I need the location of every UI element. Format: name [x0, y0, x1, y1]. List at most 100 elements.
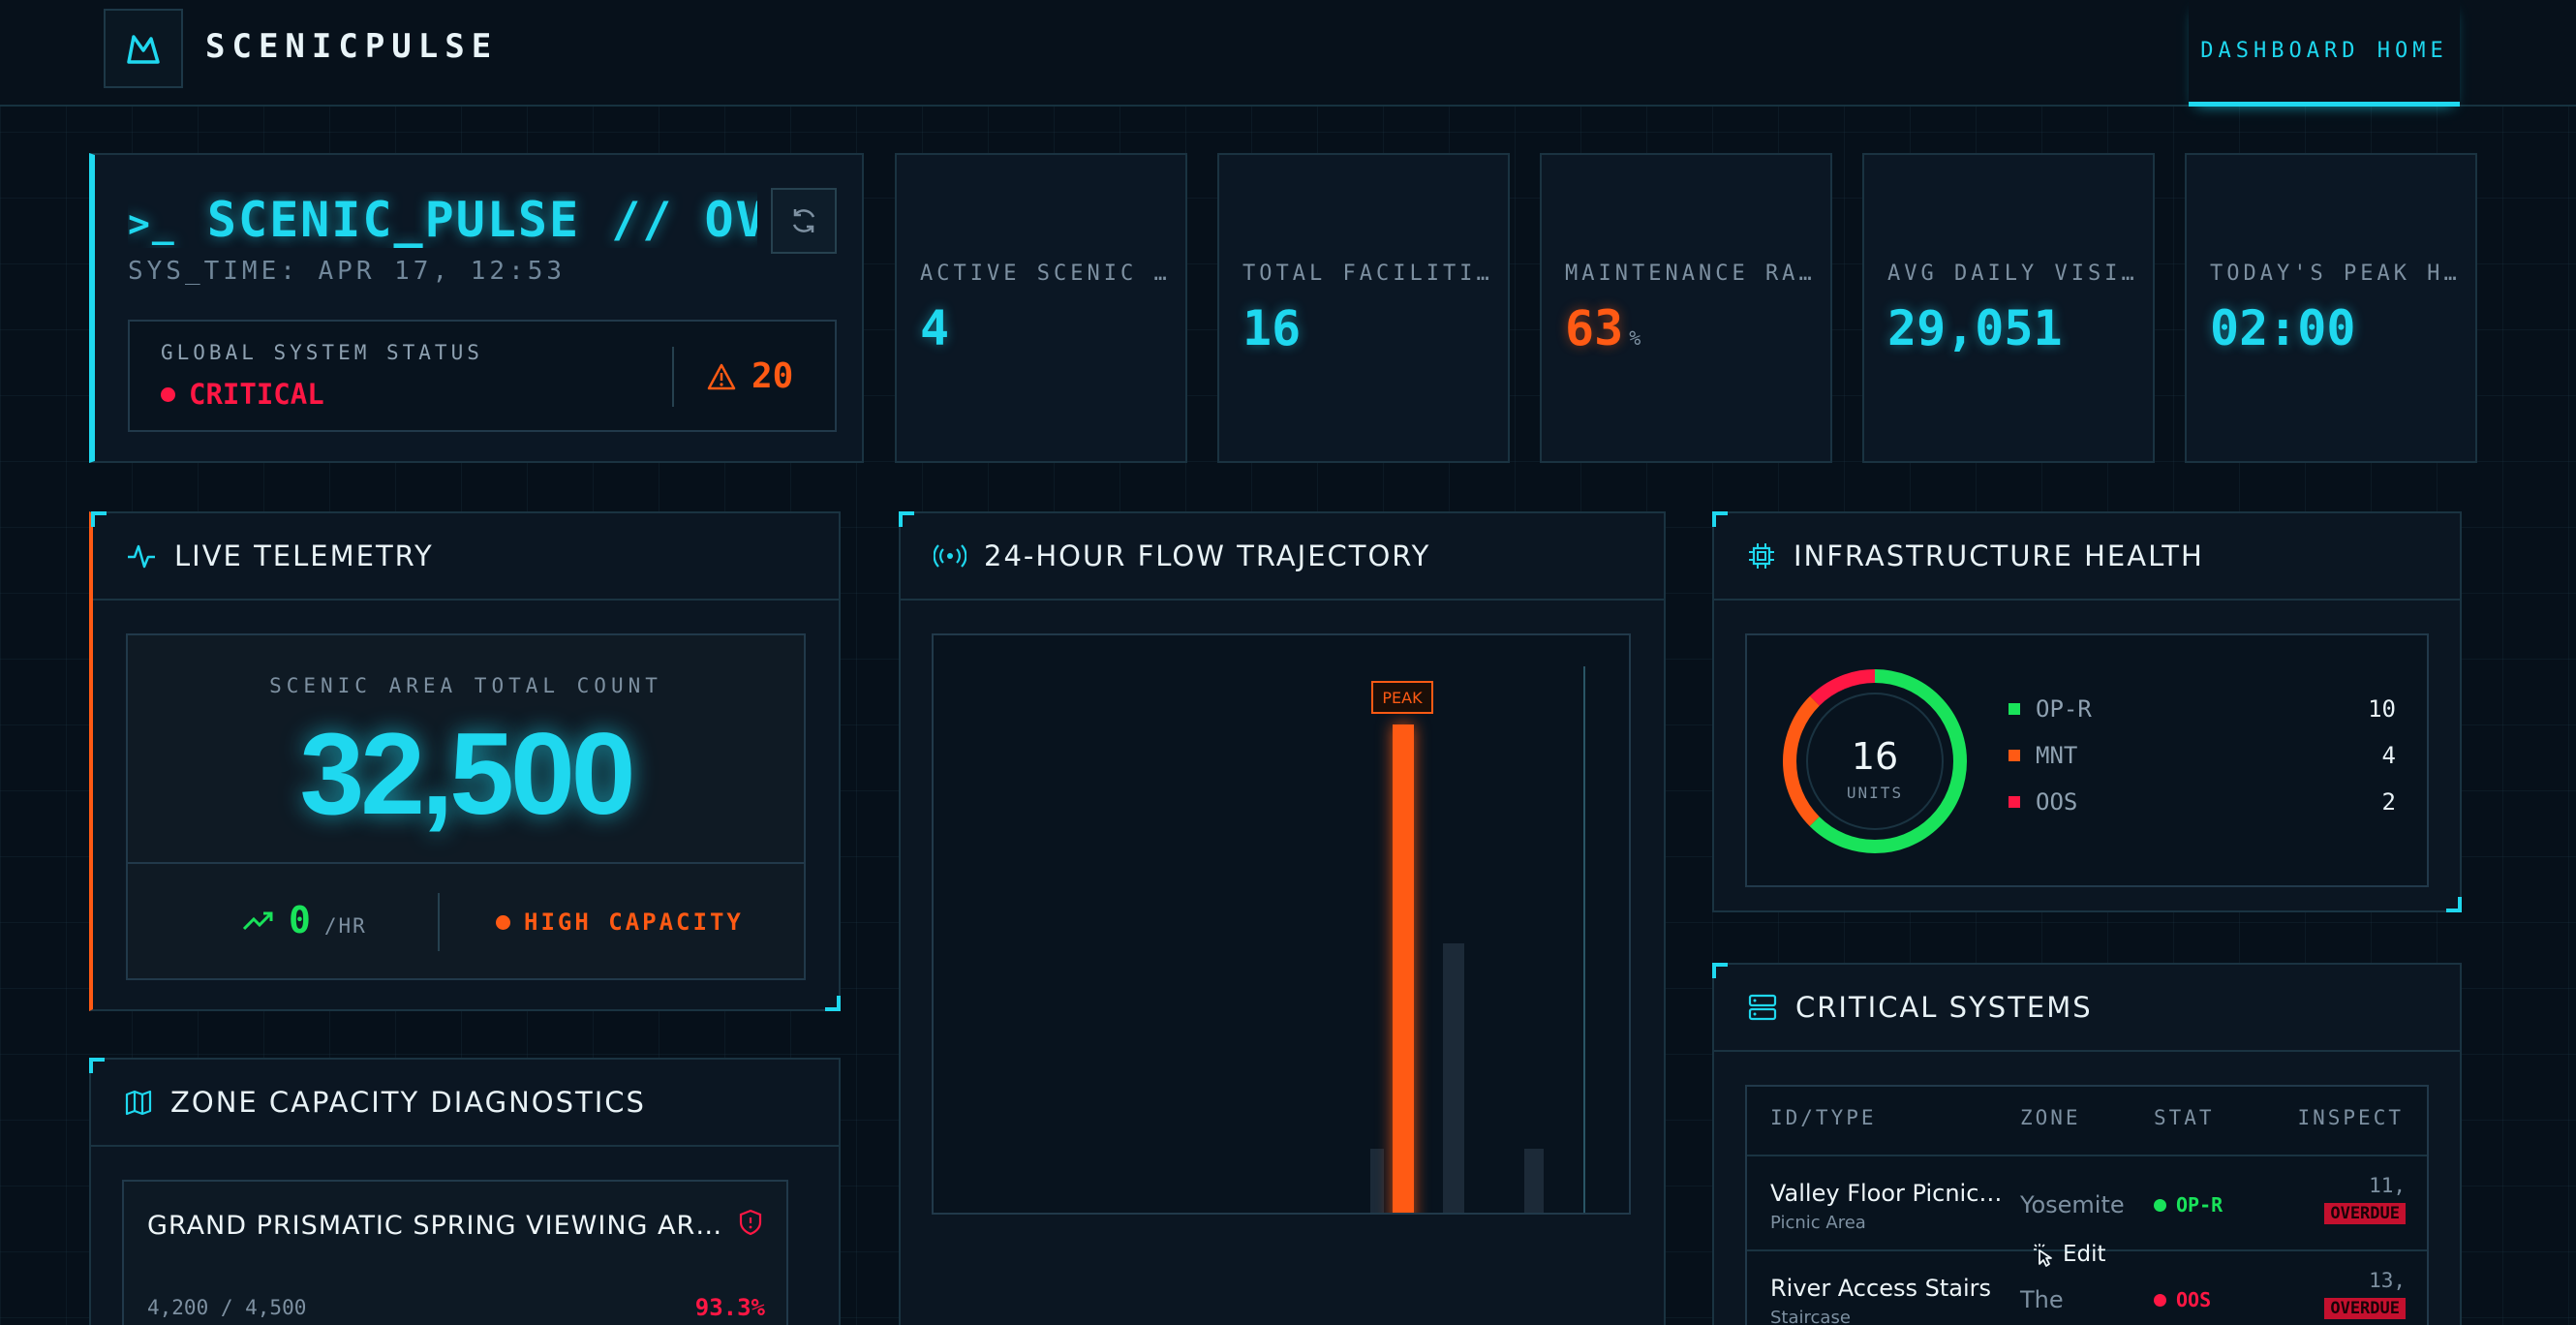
alert-count[interactable]: 20 [707, 356, 793, 396]
capacity-status: HIGH CAPACITY [496, 909, 744, 936]
system-zone: The [2020, 1286, 2064, 1313]
flow-bar [1524, 1149, 1544, 1213]
kpi-avg-daily-visitors: AVG DAILY VISITORS 29,051 [1862, 153, 2155, 463]
status-label: GLOBAL SYSTEM STATUS [161, 341, 483, 364]
kpi-todays-peak-hr: TODAY'S PEAK HR 02:00 [2185, 153, 2477, 463]
flow-bar [1370, 1149, 1384, 1213]
live-telemetry-panel: LIVE TELEMETRY SCENIC AREA TOTAL COUNT 3… [89, 511, 841, 1011]
panel-title: ZONE CAPACITY DIAGNOSTICS [170, 1086, 646, 1119]
zone-name: GRAND PRISMATIC SPRING VIEWING AREA [147, 1211, 728, 1241]
server-icon [1748, 994, 1777, 1021]
system-time: SYS_TIME: APR 17, 12:53 [128, 257, 567, 286]
kpi-label: MAINTENANCE RATE [1565, 262, 1813, 286]
panel-title: INFRASTRUCTURE HEALTH [1794, 539, 2204, 572]
panel-title: 24-HOUR FLOW TRAJECTORY [984, 539, 1431, 572]
broadcast-icon [934, 544, 966, 568]
kpi-maintenance-rate: MAINTENANCE RATE 63% [1540, 153, 1832, 463]
refresh-button[interactable] [771, 188, 837, 254]
overdue-badge: OVERDUE [2324, 1298, 2406, 1319]
peak-label: PEAK [1382, 689, 1423, 707]
kpi-value: 16 [1242, 300, 1302, 356]
inspection-date: 11, OVERDUE [2324, 1174, 2406, 1224]
health-donut: 16 UNITS [1783, 669, 1967, 853]
peak-bar[interactable] [1393, 724, 1414, 1215]
flow-trajectory-panel: 24-HOUR FLOW TRAJECTORY PEAK [899, 511, 1666, 1325]
legend-item-opr: OP-R 10 [2009, 690, 2396, 728]
status-value: CRITICAL [161, 378, 324, 411]
systems-table: ID/TYPE ZONE STAT INSPECT Valley Floor P… [1745, 1085, 2429, 1325]
pointer-click-icon [2034, 1244, 2052, 1267]
panel-header: LIVE TELEMETRY [93, 513, 839, 601]
inspection-date: 13, OVERDUE [2324, 1269, 2406, 1319]
kpi-value: 02:00 [2210, 300, 2356, 356]
infrastructure-chart: 16 UNITS OP-R 10 MNT 4 OOS 2 [1745, 633, 2429, 887]
status-dot [2154, 1198, 2166, 1212]
panel-title: LIVE TELEMETRY [174, 539, 434, 572]
status-dot [2154, 1293, 2166, 1307]
system-zone: Yosemite [2020, 1191, 2125, 1218]
system-name: River Access Stairs [1770, 1275, 1991, 1302]
column-header[interactable]: INSPECT [2297, 1106, 2404, 1129]
total-count: 32,500 [299, 709, 635, 839]
kpi-label: AVG DAILY VISITORS [1887, 262, 2135, 286]
brand-name: SCENICPULSE [205, 27, 499, 66]
kpi-label: ACTIVE SCENIC AREAS [920, 262, 1168, 286]
kpi-label: TODAY'S PEAK HR [2210, 262, 2458, 286]
flow-chart-svg: PEAK [1370, 666, 1585, 1215]
system-name: Valley Floor Picnic Area [1770, 1180, 2003, 1207]
divider [438, 893, 440, 951]
legend-swatch [2009, 750, 2020, 761]
telemetry-footer: 0 /HR HIGH CAPACITY [128, 862, 804, 980]
infrastructure-health-panel: INFRASTRUCTURE HEALTH 16 UNITS OP-R 10 M… [1712, 511, 2462, 912]
legend-item-oos: OOS 2 [2009, 783, 2396, 821]
zone-percent: 93.3% [694, 1294, 765, 1321]
column-header[interactable]: ID/TYPE [1770, 1106, 1877, 1129]
mountain-icon [127, 35, 160, 64]
legend-item-mnt: MNT 4 [2009, 736, 2396, 775]
activity-icon [128, 544, 155, 569]
kpi-value: 29,051 [1887, 300, 2063, 356]
logo[interactable] [104, 9, 183, 88]
donut-total: 16 [1852, 735, 1898, 778]
column-header[interactable]: STAT [2154, 1106, 2215, 1129]
panel-header: ZONE CAPACITY DIAGNOSTICS [91, 1060, 839, 1147]
system-type: Picnic Area [1770, 1213, 1866, 1233]
zone-occupancy: 4,200 / 4,500 [147, 1296, 307, 1319]
trending-up-icon [242, 911, 273, 931]
critical-systems-panel: CRITICAL SYSTEMS ID/TYPE ZONE STAT INSPE… [1712, 963, 2462, 1325]
column-header[interactable]: ZONE [2020, 1106, 2081, 1129]
system-status: OOS [2154, 1288, 2211, 1311]
system-status: OP-R [2154, 1193, 2223, 1217]
system-type: Staircase [1770, 1308, 1851, 1325]
panel-header: 24-HOUR FLOW TRAJECTORY [901, 513, 1664, 601]
edit-action[interactable]: Edit [2030, 1242, 2106, 1267]
refresh-icon [792, 209, 815, 232]
kpi-total-facilities: TOTAL FACILITIES 16 [1217, 153, 1510, 463]
zone-card[interactable]: GRAND PRISMATIC SPRING VIEWING AREA 4,20… [122, 1180, 788, 1325]
flow-bar [1443, 943, 1464, 1213]
top-bar: SCENICPULSE DASHBOARD HOME [0, 0, 2576, 107]
table-row[interactable]: Valley Floor Picnic Area Picnic Area Yos… [1747, 1156, 2427, 1251]
shield-alert-icon [739, 1209, 762, 1236]
panel-header: INFRASTRUCTURE HEALTH [1714, 513, 2460, 601]
kpi-active-scenic-areas: ACTIVE SCENIC AREAS 4 [895, 153, 1187, 463]
kpi-label: TOTAL FACILITIES [1242, 262, 1490, 286]
capacity-dot [496, 914, 510, 930]
terminal-prompt-icon: >_ [128, 202, 176, 245]
overdue-badge: OVERDUE [2324, 1203, 2406, 1224]
cpu-chip-icon [1749, 543, 1774, 569]
donut-total-label: UNITS [1847, 784, 1903, 802]
nav-dashboard-home[interactable]: DASHBOARD HOME [2189, 0, 2460, 107]
map-icon [125, 1090, 152, 1116]
legend-swatch [2009, 796, 2020, 808]
count-label: SCENIC AREA TOTAL COUNT [269, 674, 662, 697]
legend-swatch [2009, 703, 2020, 715]
panel-title: CRITICAL SYSTEMS [1795, 991, 2093, 1024]
page-title: >_ SCENIC_PULSE // OVERVIEW [128, 192, 757, 248]
overview-header-card: >_ SCENIC_PULSE // OVERVIEW SYS_TIME: AP… [89, 153, 864, 463]
kpi-value: 4 [920, 300, 950, 356]
zone-capacity-panel: ZONE CAPACITY DIAGNOSTICS GRAND PRISMATI… [89, 1058, 841, 1325]
flow-rate: 0 /HR [242, 899, 367, 941]
kpi-value: 63% [1565, 300, 1641, 356]
flow-chart: PEAK [932, 633, 1631, 1215]
